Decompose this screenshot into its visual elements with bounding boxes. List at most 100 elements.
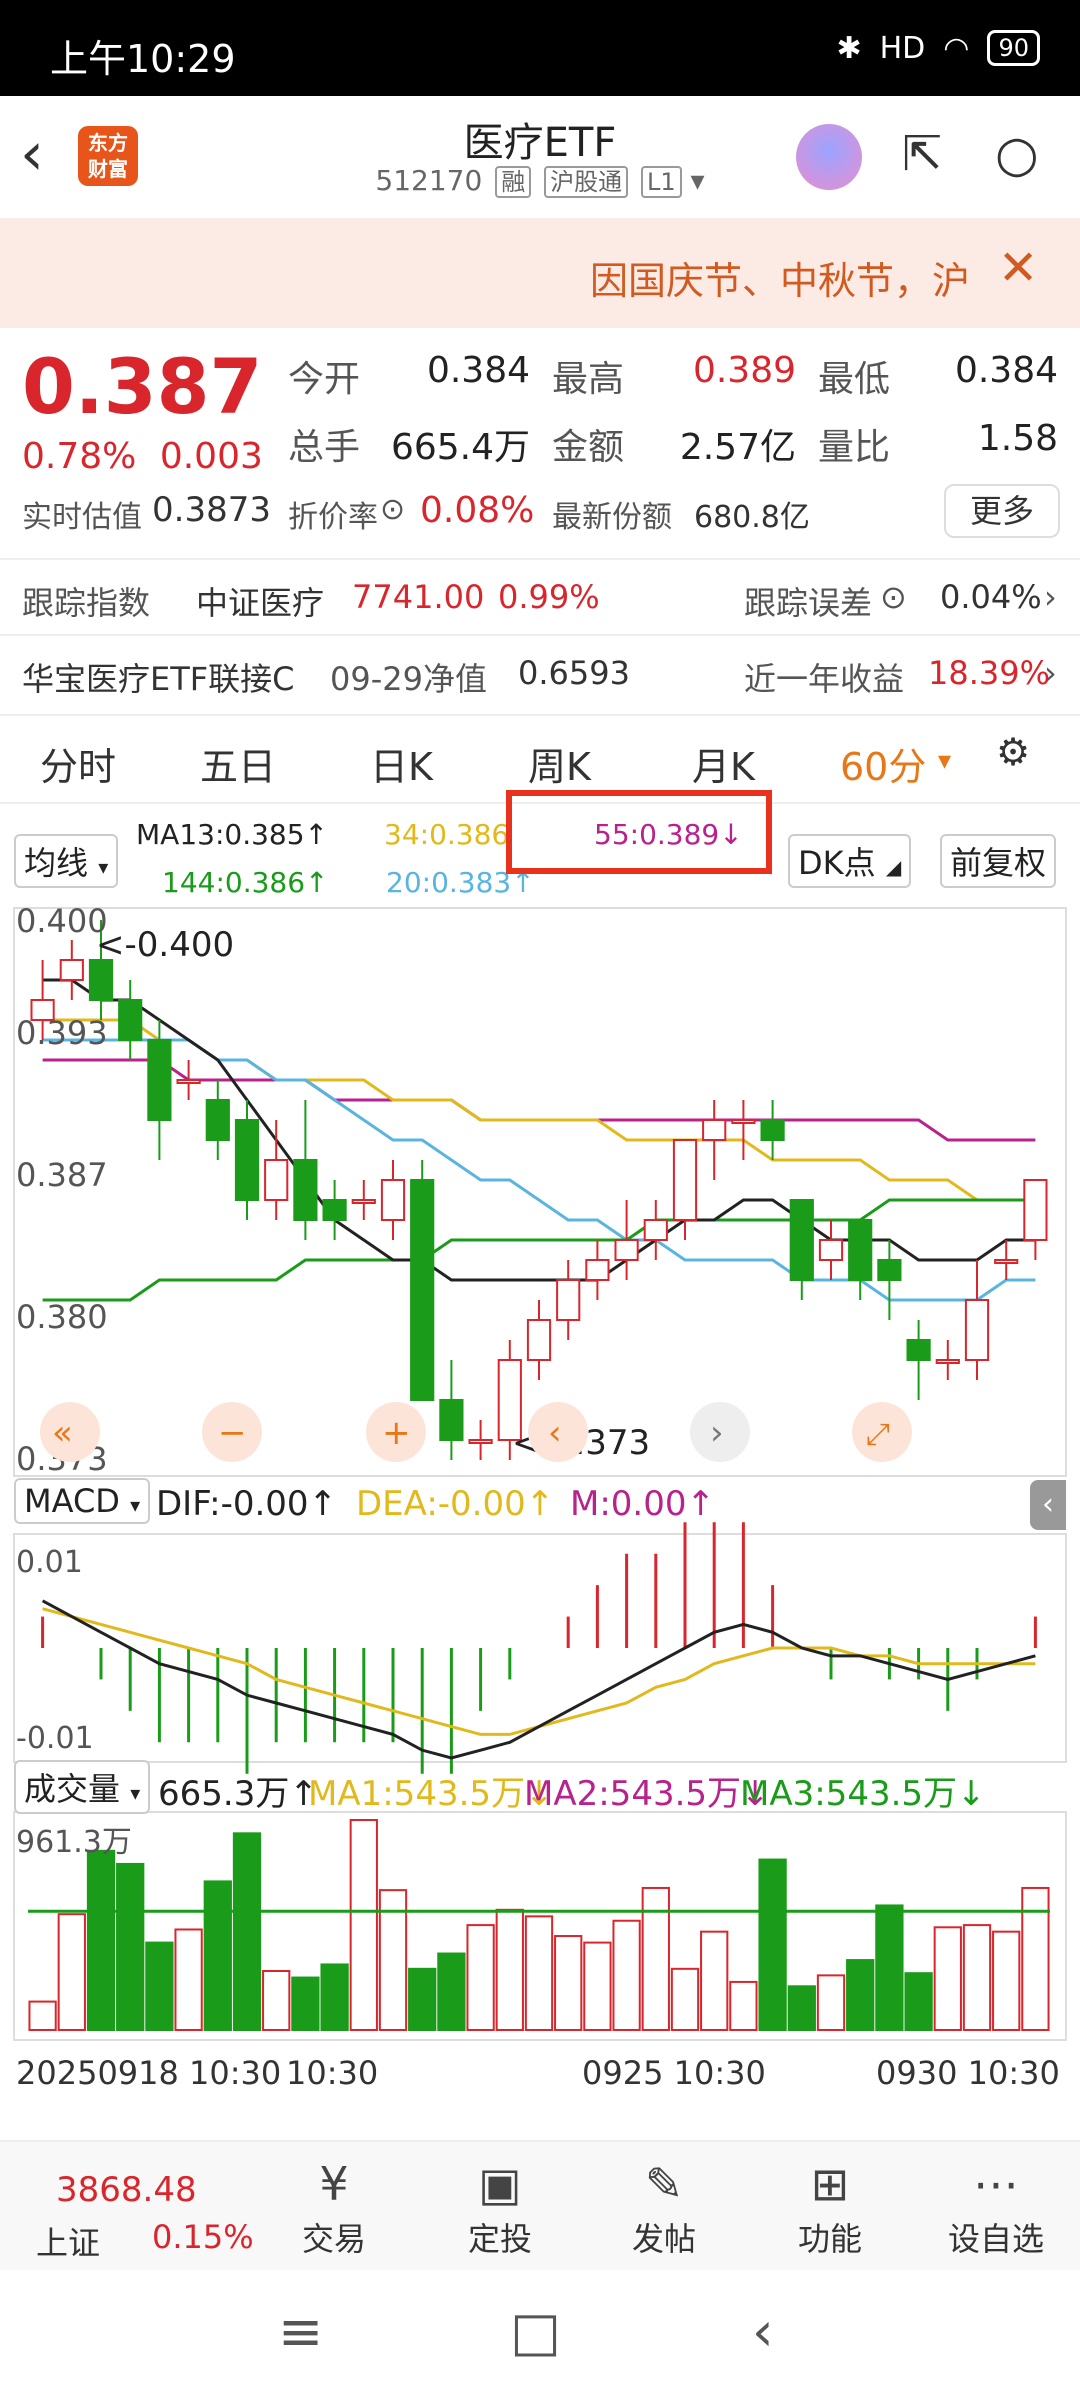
shares-label: 最新份额: [552, 500, 672, 535]
high-marker: <-0.400: [96, 925, 234, 965]
chevron-right-icon[interactable]: ›: [1044, 654, 1057, 692]
volume-bar: [86, 1849, 116, 2031]
trade-button[interactable]: ¥ 交易: [274, 2154, 394, 2260]
index-change: 0.15%: [152, 2218, 254, 2256]
candle-body: [293, 1159, 318, 1221]
volume-bar: [466, 1924, 495, 2031]
candle-body: [176, 1079, 201, 1084]
level-tag[interactable]: L1: [641, 166, 682, 198]
volume-tick: 961.3万: [16, 1825, 132, 1860]
tracking-error-value: 0.04%: [940, 578, 1042, 616]
ma34-line: [42, 1018, 1036, 1202]
candle-body: [877, 1259, 902, 1281]
invest-plan-button[interactable]: ▣ 定投: [440, 2154, 560, 2260]
gear-icon[interactable]: ⚙: [996, 730, 1030, 774]
candle-body: [848, 1219, 873, 1281]
ma55-line: [42, 1058, 1036, 1142]
discount-label: 折价率: [288, 500, 378, 535]
info-icon[interactable]: ⊙: [380, 492, 405, 527]
wifi-icon: ◠: [943, 30, 970, 66]
tracking-index-value: 7741.00: [352, 578, 485, 616]
tab-weekly[interactable]: 周K: [528, 736, 591, 791]
candle-body: [964, 1299, 990, 1361]
date-label: 10:30: [286, 2054, 379, 2092]
post-button[interactable]: ✎ 发帖: [604, 2154, 724, 2260]
chart-controls: « − + ‹ › ⤢: [40, 1402, 912, 1462]
volume-bar: [320, 1963, 349, 2031]
annual-return-label: 近一年收益: [744, 660, 905, 698]
feeder-fund-row[interactable]: 华宝医疗ETF联接C 09-29净值 0.6593 近一年收益 18.39% ›: [0, 634, 1080, 710]
ratio-label: 量比: [818, 427, 891, 468]
vol-ma1: MA1:543.5万↓: [308, 1774, 554, 1814]
system-nav-bar: ≡ □ ‹: [0, 2270, 1080, 2400]
ma144-line: [42, 1198, 1036, 1302]
back-nav-icon[interactable]: ‹: [752, 2300, 774, 2363]
discount-value: 0.08%: [420, 490, 535, 531]
dropdown-icon[interactable]: ▾: [691, 164, 705, 197]
volume-bar: [291, 1976, 320, 2032]
volume-bar: [583, 1941, 612, 2032]
dropdown-icon: ◢: [885, 855, 902, 879]
function-label: 功能: [797, 2220, 862, 2258]
notice-banner[interactable]: 因国庆节、中秋节，沪 ✕: [0, 218, 1080, 328]
adjust-select[interactable]: 前复权: [940, 834, 1057, 888]
menu-icon[interactable]: ≡: [278, 2300, 323, 2363]
volume-select-label: 成交量: [24, 1770, 121, 1808]
candle-body: [935, 1359, 960, 1364]
invest-plan-label: 定投: [467, 2220, 532, 2258]
estimate-label: 实时估值: [22, 500, 142, 535]
low-label: 最低: [818, 359, 891, 400]
share-icon[interactable]: ⇱: [902, 126, 958, 182]
candle-body: [380, 1179, 406, 1221]
volume-bar: [933, 1926, 962, 2032]
macd-select[interactable]: MACD ▾: [14, 1478, 151, 1524]
collapse-icon[interactable]: ‹: [1030, 1480, 1066, 1530]
tracking-index-label: 跟踪指数: [22, 584, 151, 622]
feeder-fund-name: 华宝医疗ETF联接C: [22, 660, 295, 698]
add-watchlist-button[interactable]: ⋯ 设自选: [936, 2154, 1056, 2260]
candle-body: [88, 959, 114, 1001]
price-change: 0.78% 0.003: [22, 436, 263, 477]
tracking-index-row[interactable]: 跟踪指数 中证医疗 7741.00 0.99% 跟踪误差 ⊙ 0.04% ›: [0, 558, 1080, 634]
connect-tag: 沪股通: [544, 166, 629, 198]
function-button[interactable]: ⊞ 功能: [770, 2154, 890, 2260]
last-price: 0.387: [22, 342, 263, 431]
candle-body: [702, 1119, 727, 1141]
more-button[interactable]: 更多: [944, 484, 1060, 538]
price-tick: 0.393: [16, 1014, 108, 1052]
candle-body: [351, 1199, 376, 1204]
assistant-avatar-icon[interactable]: [796, 124, 862, 190]
dk-point-select[interactable]: DK点 ◢: [788, 834, 912, 888]
volume-select[interactable]: 成交量 ▾: [14, 1760, 151, 1814]
open-label: 今开: [288, 359, 361, 400]
dropdown-icon[interactable]: ▾: [938, 746, 951, 776]
search-icon[interactable]: ○: [995, 126, 1051, 182]
tab-intraday[interactable]: 分时: [40, 736, 116, 791]
home-icon[interactable]: □: [510, 2300, 561, 2363]
volume-bar: [904, 1972, 933, 2032]
tracking-error-label: 跟踪误差: [744, 584, 873, 622]
rewind-icon: «: [52, 1413, 73, 1453]
tab-60min[interactable]: 60分: [840, 736, 926, 791]
open-value: 0.384: [426, 350, 530, 391]
tracking-index-name: 中证医疗: [196, 584, 325, 622]
tab-monthly[interactable]: 月K: [692, 736, 755, 791]
plus-icon: +: [382, 1413, 411, 1453]
tab-daily[interactable]: 日K: [370, 736, 433, 791]
volume-bar: [28, 2000, 57, 2031]
volume-bar: [641, 1886, 670, 2031]
status-time: 上午10:29: [50, 37, 236, 81]
chevron-right-icon[interactable]: ›: [1044, 578, 1057, 616]
add-watchlist-label: 设自选: [947, 2220, 1044, 2258]
indicator-select[interactable]: 均线 ▾: [14, 834, 119, 888]
close-icon[interactable]: ✕: [998, 240, 1038, 296]
macd-select-label: MACD: [24, 1482, 120, 1520]
volume-bar: [262, 1969, 291, 2031]
help-icon[interactable]: ⊙: [880, 578, 907, 616]
volume-bar: [174, 1928, 203, 2032]
ma144-value: 144:0.386↑: [162, 866, 329, 899]
volume-label: 总手: [288, 427, 361, 468]
indicator-select-label: 均线: [24, 844, 89, 882]
kline-chart[interactable]: 0.400 0.393 0.387 0.380 0.373 <-0.400 <-…: [0, 904, 1080, 2044]
tab-5day[interactable]: 五日: [200, 736, 276, 791]
